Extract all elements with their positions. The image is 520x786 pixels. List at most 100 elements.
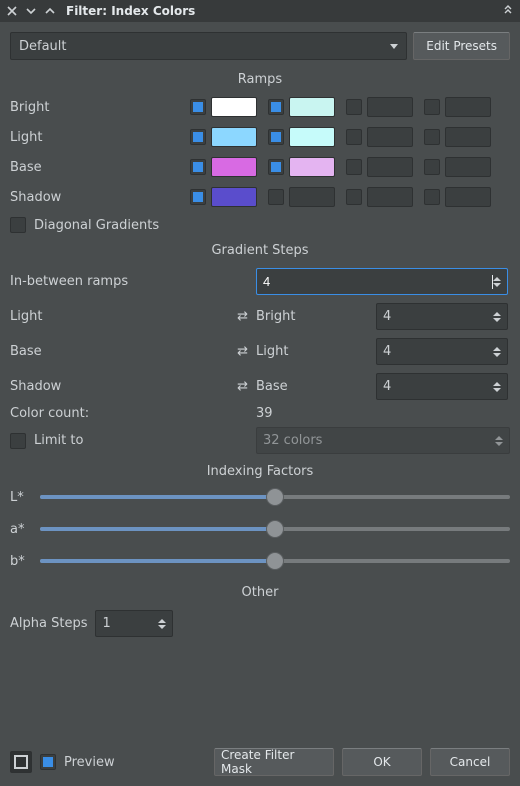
color-swatch[interactable] — [211, 97, 257, 117]
swap-icon[interactable]: ⇄ — [237, 379, 248, 394]
ramp-checkbox[interactable] — [268, 159, 284, 175]
color-swatch[interactable] — [445, 127, 491, 147]
create-filter-mask-button[interactable]: Create Filter Mask — [214, 748, 334, 776]
in-between-input[interactable] — [263, 274, 491, 289]
in-between-label: In-between ramps — [10, 274, 256, 289]
slider-row: a* — [10, 521, 510, 537]
slider[interactable] — [40, 489, 510, 505]
color-count-value: 39 — [256, 406, 510, 421]
ramp-checkbox[interactable] — [268, 189, 284, 205]
close-icon[interactable] — [4, 3, 20, 19]
cancel-button[interactable]: Cancel — [430, 748, 510, 776]
on-off-toggle[interactable] — [10, 751, 32, 773]
color-swatch[interactable] — [367, 97, 413, 117]
ramp-checkbox[interactable] — [268, 99, 284, 115]
swap-icon[interactable]: ⇄ — [237, 309, 248, 324]
chevron-down-icon[interactable] — [23, 3, 39, 19]
ramp-label: Base — [10, 157, 190, 177]
ramp-cell — [424, 187, 502, 207]
ramp-checkbox[interactable] — [424, 129, 440, 145]
ramp-label: Light — [10, 127, 190, 147]
ramp-grid: BrightLightBaseShadow — [10, 97, 510, 207]
color-swatch[interactable] — [289, 127, 335, 147]
color-swatch[interactable] — [445, 187, 491, 207]
gs-spin[interactable]: 4 — [376, 373, 508, 400]
limit-to-combo[interactable]: 32 colors — [256, 427, 510, 454]
ramp-checkbox[interactable] — [346, 189, 362, 205]
alpha-steps-spin[interactable]: 1 — [95, 610, 173, 637]
limit-to-label: Limit to — [34, 433, 83, 448]
color-swatch[interactable] — [289, 187, 335, 207]
gs-left: Shadow⇄ — [10, 379, 256, 394]
chevron-down-icon — [390, 44, 398, 49]
color-swatch[interactable] — [211, 127, 257, 147]
ramp-checkbox[interactable] — [346, 159, 362, 175]
color-swatch[interactable] — [367, 187, 413, 207]
gs-right-label: Base — [256, 379, 376, 394]
ramp-checkbox[interactable] — [268, 129, 284, 145]
in-between-spin[interactable] — [256, 268, 508, 295]
ramp-checkbox[interactable] — [190, 189, 206, 205]
section-indexing-factors: Indexing Factors — [10, 464, 510, 479]
sliders-container: L* a* b* — [10, 489, 510, 569]
ramp-checkbox[interactable] — [424, 189, 440, 205]
ramp-label: Shadow — [10, 187, 190, 207]
ramp-cell — [424, 97, 502, 117]
window-title: Filter: Index Colors — [66, 4, 195, 18]
gradient-steps-grid: In-between rampsLight⇄Bright4Base⇄Light4… — [10, 268, 510, 400]
ramp-cell — [346, 157, 424, 177]
ramp-checkbox[interactable] — [190, 99, 206, 115]
slider-row: b* — [10, 553, 510, 569]
ramp-cell — [346, 187, 424, 207]
section-other: Other — [10, 585, 510, 600]
section-gradient-steps: Gradient Steps — [10, 243, 510, 258]
color-count-label: Color count: — [10, 406, 256, 421]
gs-spin-value: 4 — [383, 379, 493, 394]
color-swatch[interactable] — [367, 127, 413, 147]
color-swatch[interactable] — [445, 97, 491, 117]
color-swatch[interactable] — [367, 157, 413, 177]
gs-spin[interactable]: 4 — [376, 303, 508, 330]
preview-checkbox[interactable] — [40, 754, 56, 770]
gs-left: Light⇄ — [10, 309, 256, 324]
gs-right-label: Bright — [256, 309, 376, 324]
title-bar: Filter: Index Colors — [0, 0, 520, 22]
ramp-cell — [190, 97, 268, 117]
color-swatch[interactable] — [211, 157, 257, 177]
edit-presets-button[interactable]: Edit Presets — [413, 32, 510, 60]
diagonal-gradients-checkbox[interactable] — [10, 217, 26, 233]
chevron-up-icon[interactable] — [42, 3, 58, 19]
ramp-cell — [424, 157, 502, 177]
detach-icon[interactable] — [500, 3, 516, 19]
gs-spin[interactable]: 4 — [376, 338, 508, 365]
diagonal-gradients-label: Diagonal Gradients — [34, 218, 159, 233]
color-swatch[interactable] — [289, 157, 335, 177]
slider[interactable] — [40, 553, 510, 569]
slider-label: b* — [10, 554, 32, 569]
color-swatch[interactable] — [445, 157, 491, 177]
ramp-cell — [190, 157, 268, 177]
swap-icon[interactable]: ⇄ — [237, 344, 248, 359]
ramp-checkbox[interactable] — [190, 129, 206, 145]
alpha-steps-value: 1 — [102, 616, 158, 631]
slider-row: L* — [10, 489, 510, 505]
ramp-cell — [268, 97, 346, 117]
ramp-cell — [346, 97, 424, 117]
color-swatch[interactable] — [289, 97, 335, 117]
color-swatch[interactable] — [211, 187, 257, 207]
ramp-checkbox[interactable] — [424, 99, 440, 115]
ramp-checkbox[interactable] — [346, 129, 362, 145]
gs-spin-value: 4 — [383, 344, 493, 359]
ramp-checkbox[interactable] — [190, 159, 206, 175]
ramp-cell — [268, 127, 346, 147]
limit-to-checkbox[interactable] — [10, 433, 26, 449]
ramp-cell — [424, 127, 502, 147]
ramp-checkbox[interactable] — [424, 159, 440, 175]
limit-to-value: 32 colors — [263, 433, 495, 448]
ramp-checkbox[interactable] — [346, 99, 362, 115]
ok-button[interactable]: OK — [342, 748, 422, 776]
ramp-cell — [346, 127, 424, 147]
slider[interactable] — [40, 521, 510, 537]
alpha-steps-label: Alpha Steps — [10, 616, 87, 631]
preset-combo[interactable]: Default — [10, 32, 407, 60]
